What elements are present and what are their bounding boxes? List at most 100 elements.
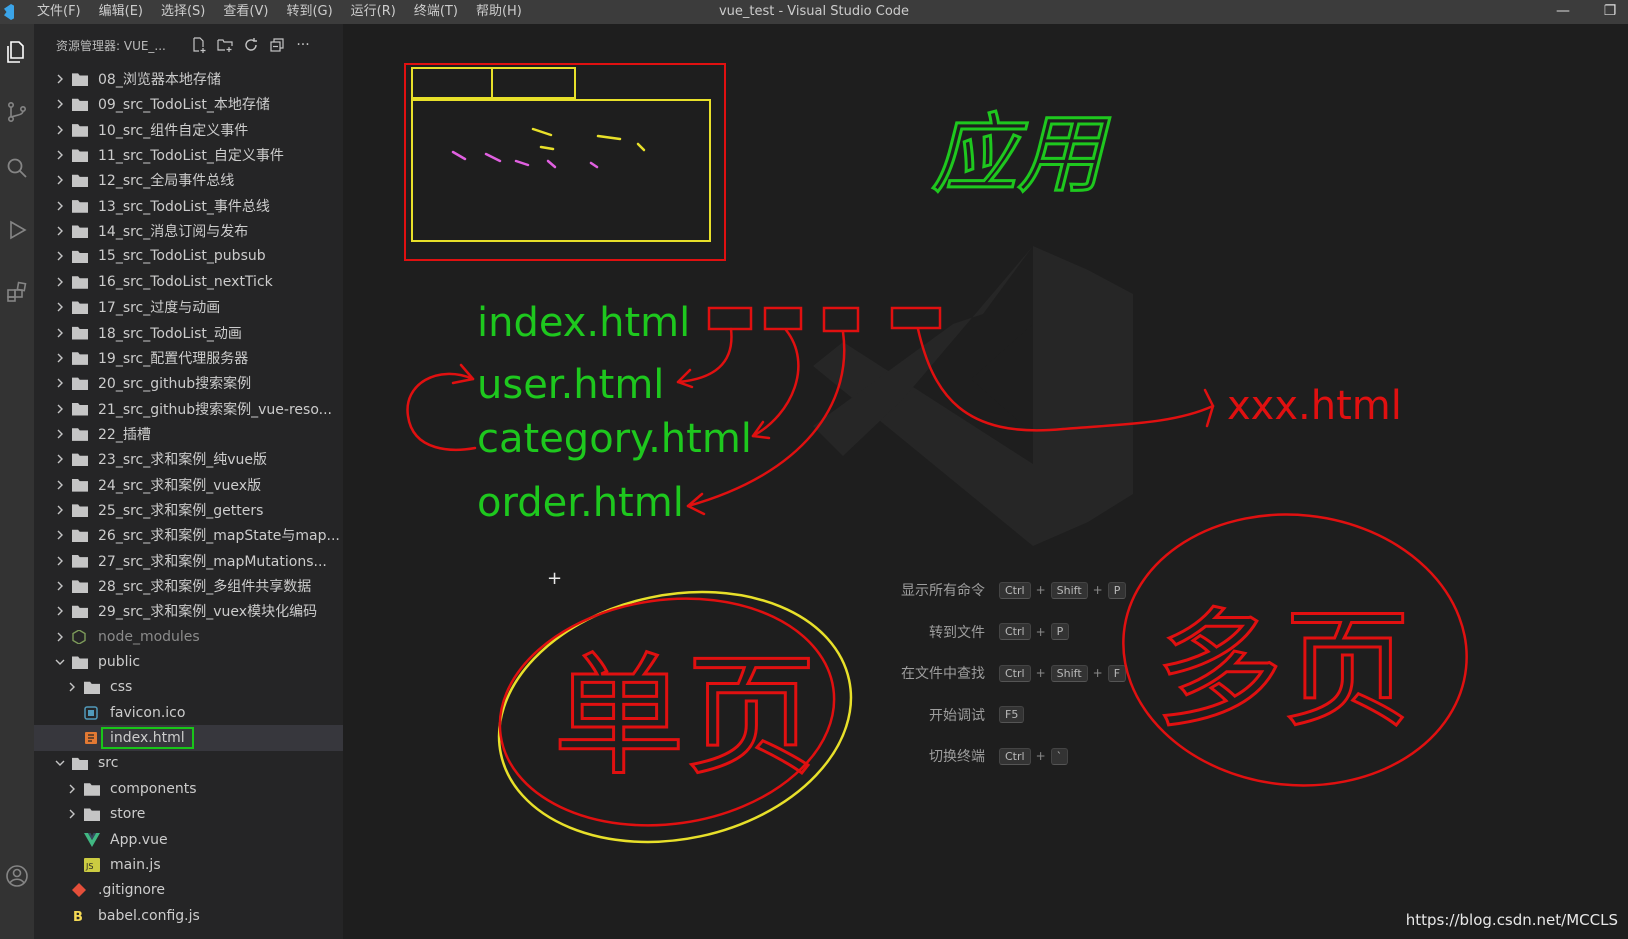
tree-folder[interactable]: src bbox=[34, 750, 343, 776]
folder-icon bbox=[72, 352, 88, 365]
search-icon[interactable] bbox=[0, 146, 34, 190]
tree-folder[interactable]: 17_src_过度与动画 bbox=[34, 294, 343, 320]
tree-folder[interactable]: 11_src_TodoList_自定义事件 bbox=[34, 142, 343, 168]
menu-item[interactable]: 帮助(H) bbox=[467, 0, 531, 24]
chevron-right-icon bbox=[66, 681, 78, 693]
tree-file[interactable]: App.vue bbox=[34, 827, 343, 853]
menu-item[interactable]: 文件(F) bbox=[28, 0, 90, 24]
folder-icon bbox=[72, 757, 88, 771]
tree-folder[interactable]: 08_浏览器本地存储 bbox=[34, 66, 343, 92]
tree-item-label: 29_src_求和案例_vuex模块化编码 bbox=[98, 604, 318, 621]
tree-item-label: 27_src_求和案例_mapMutations... bbox=[98, 553, 327, 570]
order-html-label: order.html bbox=[477, 480, 684, 526]
chevron-right-icon bbox=[54, 605, 66, 617]
minimize-button[interactable]: — bbox=[1540, 0, 1586, 24]
user-html-label: user.html bbox=[477, 362, 664, 408]
menu-item[interactable]: 选择(S) bbox=[152, 0, 214, 24]
tree-item-label: 18_src_TodoList_动画 bbox=[98, 325, 242, 342]
tree-file[interactable]: Bbabel.config.js bbox=[34, 903, 343, 929]
chevron-right-icon bbox=[54, 225, 66, 237]
tree-item-label: node_modules bbox=[98, 628, 200, 645]
tree-item-label: 13_src_TodoList_事件总线 bbox=[98, 198, 270, 215]
folder-icon bbox=[72, 200, 88, 213]
tree-folder[interactable]: 19_src_配置代理服务器 bbox=[34, 345, 343, 371]
account-icon[interactable] bbox=[0, 854, 34, 898]
tree-folder[interactable]: store bbox=[34, 801, 343, 827]
multi-page-label-handwritten: 多页 bbox=[1155, 596, 1411, 745]
run-debug-icon[interactable] bbox=[0, 208, 34, 252]
menu-item[interactable]: 转到(G) bbox=[277, 0, 341, 24]
collapse-all-button[interactable] bbox=[264, 32, 290, 58]
folder-icon bbox=[72, 149, 88, 163]
refresh-button[interactable] bbox=[238, 32, 264, 58]
menu-item[interactable]: 查看(V) bbox=[214, 0, 277, 24]
tree-file[interactable]: favicon.ico bbox=[34, 700, 343, 726]
favicon-file-icon bbox=[84, 706, 100, 720]
restore-button[interactable]: ❐ bbox=[1592, 0, 1628, 24]
source-url: https://blog.csdn.net/MCCLS bbox=[1405, 911, 1618, 929]
source-control-icon[interactable] bbox=[0, 90, 34, 134]
tree-folder[interactable]: 15_src_TodoList_pubsub bbox=[34, 243, 343, 269]
tree-folder[interactable]: 28_src_求和案例_多组件共享数据 bbox=[34, 573, 343, 599]
tree-folder[interactable]: 14_src_消息订阅与发布 bbox=[34, 218, 343, 244]
menu-item[interactable]: 终端(T) bbox=[405, 0, 467, 24]
chevron-right-icon bbox=[54, 453, 66, 465]
single-page-label-handwritten: 单页 bbox=[553, 640, 817, 794]
tree-folder[interactable]: 12_src_全局事件总线 bbox=[34, 167, 343, 193]
tree-folder[interactable]: 29_src_求和案例_vuex模块化编码 bbox=[34, 598, 343, 624]
chevron-right-icon bbox=[54, 403, 66, 415]
folder-icon bbox=[72, 73, 88, 86]
tree-file[interactable]: .gitignore bbox=[34, 877, 343, 903]
babel-file-icon: B bbox=[72, 909, 88, 925]
new-file-button[interactable] bbox=[186, 32, 212, 58]
tree-item-label: 22_插槽 bbox=[98, 426, 151, 443]
tree-item-label: 25_src_求和案例_getters bbox=[98, 502, 264, 519]
folder-icon bbox=[84, 808, 100, 822]
tree-item-label: public bbox=[98, 654, 141, 671]
tree-folder[interactable]: 18_src_TodoList_动画 bbox=[34, 320, 343, 346]
tree-folder[interactable]: 23_src_求和案例_纯vue版 bbox=[34, 446, 343, 472]
menu-item[interactable]: 编辑(E) bbox=[90, 0, 152, 24]
category-html-label: category.html bbox=[477, 416, 752, 462]
index-html-label: index.html bbox=[477, 300, 690, 346]
tree-folder[interactable]: 10_src_组件自定义事件 bbox=[34, 117, 343, 143]
folder-icon bbox=[72, 301, 88, 315]
tree-file[interactable]: index.html bbox=[34, 725, 343, 752]
tree-folder[interactable]: 16_src_TodoList_nextTick bbox=[34, 269, 343, 295]
tree-folder[interactable]: 24_src_求和案例_vuex版 bbox=[34, 472, 343, 498]
tree-folder[interactable]: 26_src_求和案例_mapState与map... bbox=[34, 522, 343, 548]
tree-folder[interactable]: 20_src_github搜索案例 bbox=[34, 370, 343, 396]
folder-icon bbox=[72, 605, 88, 619]
tree-item-label: store bbox=[110, 806, 146, 823]
tree-item-label: 23_src_求和案例_纯vue版 bbox=[98, 452, 268, 469]
tree-folder[interactable]: 22_插槽 bbox=[34, 421, 343, 447]
explorer-icon[interactable] bbox=[0, 30, 34, 74]
chevron-right-icon bbox=[54, 301, 66, 313]
tree-folder[interactable]: components bbox=[34, 776, 343, 802]
tree-folder[interactable]: public bbox=[34, 649, 343, 675]
tree-folder[interactable]: 27_src_求和案例_mapMutations... bbox=[34, 548, 343, 574]
tree-folder[interactable]: node_modules bbox=[34, 624, 343, 650]
tree-item-label: 10_src_组件自定义事件 bbox=[98, 122, 249, 139]
tree-folder[interactable]: 13_src_TodoList_事件总线 bbox=[34, 193, 343, 219]
git-file-icon bbox=[72, 883, 88, 898]
more-actions-button[interactable]: ··· bbox=[290, 32, 316, 58]
tree-item-label: 12_src_全局事件总线 bbox=[98, 173, 235, 190]
folder-icon bbox=[72, 402, 88, 416]
vue-file-icon bbox=[84, 832, 100, 847]
tree-item-label: main.js bbox=[110, 856, 161, 873]
tree-folder[interactable]: 25_src_求和案例_getters bbox=[34, 497, 343, 523]
tree-item-label: 19_src_配置代理服务器 bbox=[98, 350, 249, 367]
extensions-icon[interactable] bbox=[0, 270, 34, 314]
chevron-right-icon bbox=[54, 276, 66, 288]
tree-folder[interactable]: css bbox=[34, 674, 343, 700]
menu-item[interactable]: 运行(R) bbox=[342, 0, 405, 24]
tree-folder[interactable]: 21_src_github搜索案例_vue-reso... bbox=[34, 396, 343, 422]
tree-folder[interactable]: 09_src_TodoList_本地存储 bbox=[34, 91, 343, 117]
tree-file[interactable]: JS main.js bbox=[34, 852, 343, 878]
explorer-header: 资源管理器: VUE_... ··· bbox=[34, 24, 343, 66]
new-folder-button[interactable] bbox=[212, 32, 238, 58]
